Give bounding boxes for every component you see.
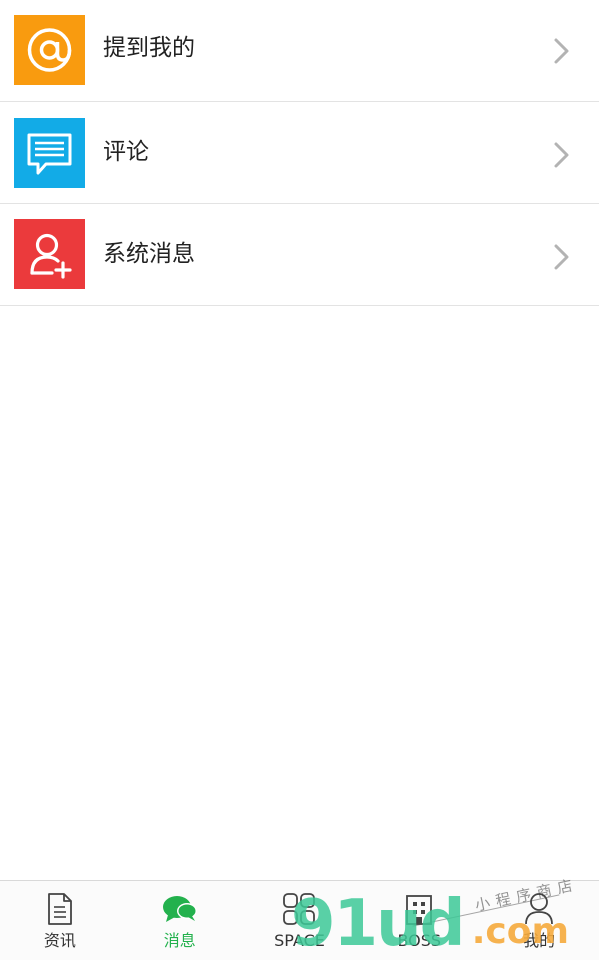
chevron-right-icon — [554, 244, 569, 270]
message-list: 提到我的 评论 系统消息 — [0, 0, 599, 306]
list-item-system-messages[interactable]: 系统消息 — [0, 204, 599, 306]
tab-label: 资讯 — [43, 931, 76, 950]
tab-label: 我的 — [523, 931, 556, 950]
chevron-right-icon — [554, 142, 569, 168]
list-item-comments[interactable]: 评论 — [0, 102, 599, 204]
document-icon — [42, 891, 78, 927]
add-user-icon — [14, 219, 85, 289]
list-item-label: 提到我的 — [103, 35, 195, 61]
tab-me[interactable]: 我的 — [479, 881, 599, 960]
tab-label: 消息 — [163, 931, 196, 950]
grid-icon — [281, 891, 317, 927]
tab-messages[interactable]: 消息 — [120, 881, 240, 960]
list-item-label: 评论 — [103, 139, 149, 165]
bottom-tab-bar: 资讯 消息 SPACE BOSS 我的 — [0, 880, 599, 960]
list-item-label: 系统消息 — [103, 241, 195, 267]
person-icon — [521, 891, 557, 927]
tab-boss[interactable]: BOSS — [359, 881, 479, 960]
at-sign-icon — [14, 15, 85, 85]
building-icon — [401, 891, 437, 927]
tab-label: SPACE — [274, 931, 325, 950]
tab-news[interactable]: 资讯 — [0, 881, 120, 960]
chevron-right-icon — [554, 38, 569, 64]
chat-bubble-icon — [14, 118, 85, 188]
chat-bubbles-icon — [162, 891, 198, 927]
tab-label: BOSS — [397, 931, 442, 950]
tab-space[interactable]: SPACE — [240, 881, 360, 960]
list-item-mentions[interactable]: 提到我的 — [0, 0, 599, 102]
